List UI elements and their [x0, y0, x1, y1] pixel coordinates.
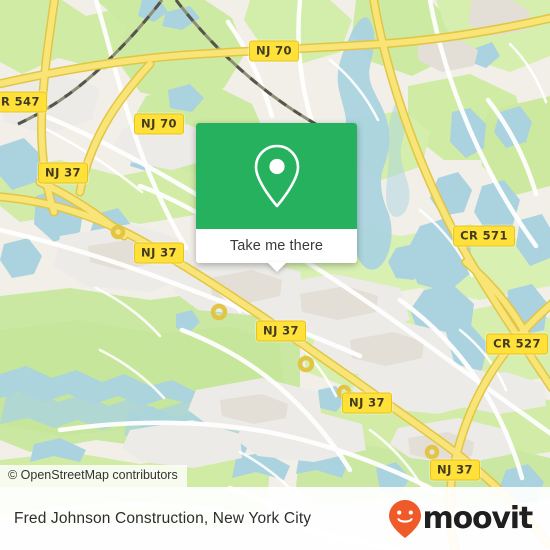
moovit-map-screenshot: NJ 70 CR 547 NJ 70 NJ 37 CR 571 NJ 37 NJ 37 CR … — [0, 0, 550, 550]
popup-pointer — [266, 262, 287, 272]
popup-footer[interactable]: Take me there — [196, 229, 357, 263]
footer-bar: Fred Johnson Construction, New York City… — [0, 487, 550, 550]
road-shield: CR 571 — [453, 225, 515, 247]
moovit-pin-icon — [388, 499, 421, 538]
road-shield: NJ 70 — [134, 113, 184, 135]
map-attribution[interactable]: © OpenStreetMap contributors — [0, 465, 187, 487]
road-shield: NJ 70 — [249, 40, 299, 62]
popup-header — [196, 123, 357, 229]
road-shield: NJ 37 — [430, 459, 480, 481]
road-shield: CR 547 — [0, 91, 47, 113]
map-popup-card[interactable]: Take me there — [196, 123, 357, 272]
place-title: Fred Johnson Construction, New York City — [14, 509, 312, 527]
take-me-there-label: Take me there — [229, 238, 324, 254]
road-shield: NJ 37 — [134, 242, 184, 264]
road-shield: NJ 37 — [342, 392, 392, 414]
moovit-wordmark: moovit — [422, 500, 534, 536]
road-shield: CR 527 — [486, 333, 548, 355]
road-shield: NJ 37 — [38, 162, 88, 184]
road-shield: NJ 37 — [256, 320, 306, 342]
location-pin-icon — [254, 144, 299, 208]
moovit-logo[interactable]: moovit — [388, 499, 534, 539]
